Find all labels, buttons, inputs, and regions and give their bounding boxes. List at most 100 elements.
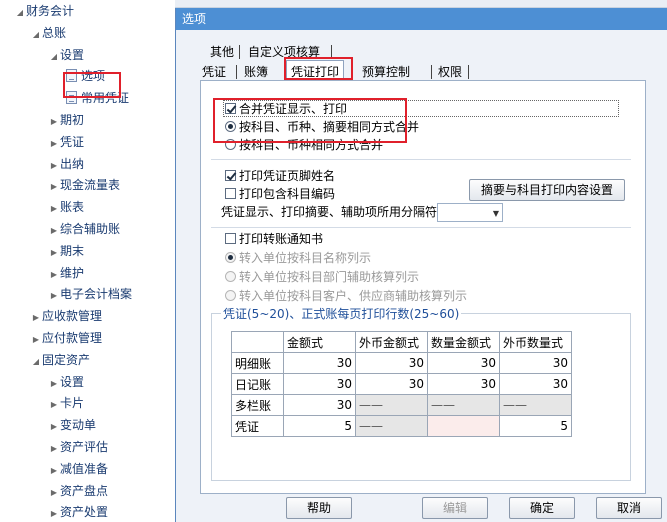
grid-cell[interactable]: 30 (355, 373, 428, 395)
transfer-option-2[interactable]: 转入单位按科目部门辅助核算列示 (225, 269, 419, 286)
sidebar-item[interactable]: ▶ 现金流量表 (48, 174, 120, 196)
edit-button[interactable]: 编辑 (422, 497, 488, 519)
collapse-arrow-icon[interactable]: ▶ (48, 220, 60, 242)
lines-per-page-legend: 凭证(5~20)、正式账每页打印行数(25~60) (221, 305, 462, 322)
table-row: 凭证 5 —— 5 (231, 415, 572, 437)
grid-header: 金额式 (283, 331, 356, 353)
grid-cell[interactable]: 30 (355, 352, 428, 374)
separator-label: 凭证显示、打印摘要、辅助项所用分隔符 (221, 205, 438, 219)
print-footer-option[interactable]: 打印凭证页脚姓名 (225, 168, 335, 185)
dialog-title: 选项 (176, 8, 667, 30)
sidebar-item[interactable]: ▶ 资产评估 (48, 436, 108, 458)
collapse-arrow-icon[interactable]: ▶ (48, 438, 60, 460)
collapse-arrow-icon[interactable]: ▶ (30, 307, 42, 329)
merge-options-highlight (213, 98, 407, 143)
sidebar-item[interactable]: ◢ 财务会计 (14, 0, 74, 22)
help-button[interactable]: 帮助 (286, 497, 352, 519)
transfer-option-1-radio[interactable] (225, 252, 236, 263)
collapse-arrow-icon[interactable]: ▶ (30, 329, 42, 351)
print-code-option[interactable]: 打印包含科目编码 (225, 186, 335, 203)
tab-permissions[interactable]: 权限 (434, 62, 466, 82)
collapse-arrow-icon[interactable]: ▶ (48, 285, 60, 307)
sidebar-item[interactable]: ▶ 账表 (48, 196, 84, 218)
sidebar-item[interactable]: ▶ 期末 (48, 240, 84, 262)
chevron-down-icon: ▼ (492, 209, 499, 218)
collapse-arrow-icon[interactable]: ▶ (48, 416, 60, 438)
options-dialog: 选项 其他 自定义项核算 凭证 账簿 凭证打印 预算控制 权限 合并凭证显示、打… (175, 8, 667, 522)
grid-cell[interactable]: 5 (283, 415, 356, 437)
active-tab-highlight (284, 57, 353, 80)
tab-budget-control[interactable]: 预算控制 (358, 62, 414, 82)
sidebar-item[interactable]: ▶ 出纳 (48, 153, 84, 175)
transfer-option-1[interactable]: 转入单位按科目名称列示 (225, 250, 371, 267)
sidebar-item[interactable]: ▶ 资产处置 (48, 501, 108, 522)
sidebar-item[interactable]: ▶ 设置 (48, 371, 84, 393)
sidebar-item[interactable]: ◢ 固定资产 (30, 349, 90, 371)
collapse-arrow-icon[interactable]: ▶ (48, 198, 60, 220)
grid-cell: —— (355, 415, 428, 437)
transfer-option-2-radio[interactable] (225, 271, 236, 282)
sidebar-item[interactable]: ▶ 变动单 (48, 414, 96, 436)
collapse-arrow-icon[interactable]: ▶ (48, 133, 60, 155)
cancel-button[interactable]: 取消 (596, 497, 662, 519)
sidebar-item[interactable]: ▶ 电子会计档案 (48, 283, 132, 305)
collapse-arrow-icon[interactable]: ▶ (48, 155, 60, 177)
grid-cell: —— (427, 394, 500, 416)
grid-header: 外币数量式 (499, 331, 572, 353)
sidebar-item[interactable]: ▶ 期初 (48, 109, 84, 131)
expand-arrow-icon[interactable]: ◢ (14, 2, 26, 24)
lines-grid: 金额式 外币金额式 数量金额式 外币数量式 明细账 30 30 30 30 日记… (231, 331, 572, 437)
grid-cell[interactable]: 30 (427, 352, 500, 374)
print-footer-checkbox[interactable] (225, 170, 236, 181)
collapse-arrow-icon[interactable]: ▶ (48, 111, 60, 133)
table-row: 明细账 30 30 30 30 (231, 352, 572, 374)
divider (211, 159, 631, 160)
grid-cell[interactable]: 30 (499, 352, 572, 374)
expand-arrow-icon[interactable]: ◢ (30, 24, 42, 46)
expand-arrow-icon[interactable]: ◢ (30, 351, 42, 373)
grid-cell[interactable]: 30 (283, 352, 356, 374)
grid-cell[interactable]: 30 (499, 373, 572, 395)
sidebar-item[interactable]: ▶ 维护 (48, 262, 84, 284)
expand-arrow-icon[interactable]: ◢ (48, 46, 60, 68)
sidebar-item[interactable]: ▶ 综合辅助账 (48, 218, 120, 240)
collapse-arrow-icon[interactable]: ▶ (48, 503, 60, 522)
collapse-arrow-icon[interactable]: ▶ (48, 394, 60, 416)
sidebar-item[interactable]: ◢ 总账 (30, 22, 66, 44)
sidebar-item[interactable]: ▶ 凭证 (48, 131, 84, 153)
collapse-arrow-icon[interactable]: ▶ (48, 373, 60, 395)
grid-header: 外币金额式 (355, 331, 428, 353)
table-row: 日记账 30 30 30 30 (231, 373, 572, 395)
collapse-arrow-icon[interactable]: ▶ (48, 176, 60, 198)
sidebar-item[interactable]: ▶ 应付款管理 (30, 327, 102, 349)
collapse-arrow-icon[interactable]: ▶ (48, 242, 60, 264)
divider (211, 227, 631, 228)
sidebar-item[interactable]: ▶ 应收款管理 (30, 305, 102, 327)
sidebar-item[interactable]: ▶ 资产盘点 (48, 480, 108, 502)
print-code-checkbox[interactable] (225, 188, 236, 199)
tab-voucher[interactable]: 凭证 (198, 62, 230, 82)
collapse-arrow-icon[interactable]: ▶ (48, 482, 60, 504)
sidebar-item[interactable]: ▶ 减值准备 (48, 458, 108, 480)
grid-cell (427, 415, 500, 437)
transfer-notice-checkbox[interactable] (225, 233, 236, 244)
separator-select[interactable]: ▼ (437, 203, 503, 222)
collapse-arrow-icon[interactable]: ▶ (48, 264, 60, 286)
grid-cell[interactable]: 30 (283, 394, 356, 416)
transfer-option-3[interactable]: 转入单位按科目客户、供应商辅助核算列示 (225, 288, 467, 305)
selected-item-highlight (63, 72, 121, 98)
grid-cell[interactable]: 30 (427, 373, 500, 395)
sidebar-item[interactable]: ◢ 设置 (48, 44, 84, 66)
grid-cell[interactable]: 30 (283, 373, 356, 395)
tab-other[interactable]: 其他 (206, 42, 238, 62)
transfer-option-3-radio[interactable] (225, 290, 236, 301)
sidebar-item[interactable]: ▶ 卡片 (48, 392, 84, 414)
toolbar-strip (175, 0, 667, 8)
collapse-arrow-icon[interactable]: ▶ (48, 460, 60, 482)
tab-ledger[interactable]: 账簿 (240, 62, 272, 82)
transfer-notice-option[interactable]: 打印转账通知书 (225, 231, 323, 248)
grid-header: 数量金额式 (427, 331, 500, 353)
ok-button[interactable]: 确定 (509, 497, 575, 519)
summary-settings-button[interactable]: 摘要与科目打印内容设置 (469, 179, 625, 201)
grid-cell[interactable]: 5 (499, 415, 572, 437)
